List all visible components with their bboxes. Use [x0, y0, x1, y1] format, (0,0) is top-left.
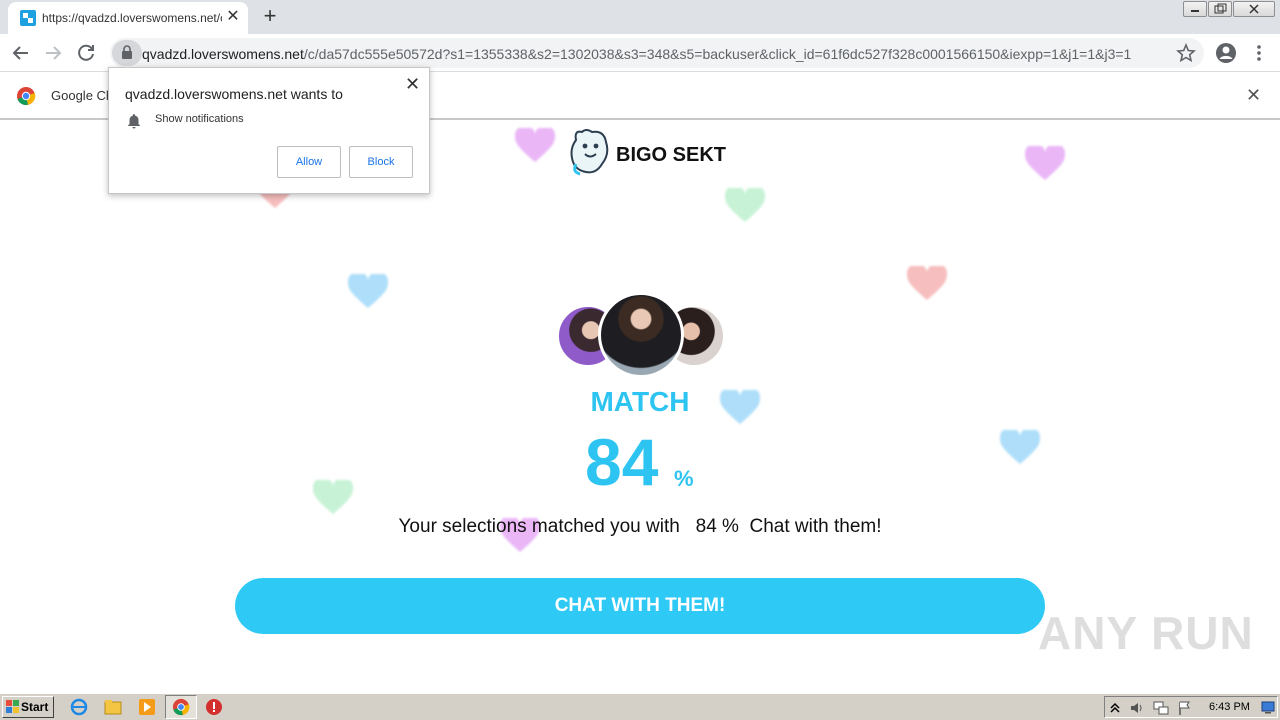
bookmark-star-icon[interactable] — [1173, 40, 1199, 66]
chrome-logo-icon — [17, 87, 36, 106]
site-favicon-icon — [20, 10, 36, 26]
volume-icon[interactable] — [1129, 700, 1145, 716]
file-explorer-icon[interactable] — [104, 698, 122, 716]
start-label: Start — [21, 700, 49, 714]
match-percent-sign: % — [674, 466, 694, 491]
close-window-button[interactable] — [1233, 1, 1275, 17]
lock-icon[interactable] — [112, 40, 142, 66]
page-content: BIGO SEKT MATCH 84 % Your selections mat… — [0, 122, 1280, 692]
network-icon[interactable] — [1153, 700, 1169, 716]
avatar — [598, 292, 684, 378]
block-button[interactable]: Block — [349, 146, 413, 178]
restore-button[interactable] — [1208, 1, 1232, 17]
chrome-icon — [172, 698, 190, 716]
minimize-icon — [1191, 10, 1199, 12]
show-desktop-icon[interactable] — [1261, 700, 1275, 714]
permission-item-label: Show notifications — [155, 113, 244, 125]
notification-permission-popup: qvadzd.loverswomens.net wants to ✕ Show … — [108, 67, 430, 194]
tab-close-icon[interactable]: ✕ — [224, 8, 242, 26]
mascot-logo-icon — [570, 129, 609, 176]
url-host: qvadzd.loverswomens.net — [142, 46, 304, 62]
tab-strip: https://qvadzd.loverswomens.net/c/ ✕ + — [0, 0, 1280, 34]
heart-icon — [725, 188, 765, 222]
show-hidden-icons-icon[interactable] — [1109, 700, 1121, 714]
action-center-flag-icon[interactable] — [1177, 700, 1193, 716]
minimize-button[interactable] — [1183, 1, 1207, 17]
tab-title: https://qvadzd.loverswomens.net/c/ — [42, 11, 222, 25]
chat-with-them-button[interactable]: CHAT WITH THEM! — [235, 578, 1045, 634]
heart-icon — [515, 128, 555, 162]
media-player-icon[interactable] — [138, 698, 156, 716]
match-description: Your selections matched you with 84 % Ch… — [398, 516, 882, 537]
forward-arrow-icon[interactable] — [40, 40, 66, 66]
new-tab-button[interactable]: + — [258, 4, 282, 28]
profile-avatar-icon[interactable] — [1213, 40, 1239, 66]
heart-icon — [348, 274, 388, 308]
stop-icon[interactable] — [205, 698, 223, 716]
heart-icon — [1025, 146, 1065, 180]
browser-tab[interactable]: https://qvadzd.loverswomens.net/c/ ✕ — [8, 2, 248, 34]
brand-name: BIGO SEKT — [616, 144, 727, 166]
url-text[interactable]: qvadzd.loverswomens.net/c/da57dc555e5057… — [142, 46, 1131, 62]
menu-kebab-icon[interactable] — [1246, 40, 1272, 66]
allow-button[interactable]: Allow — [277, 146, 341, 178]
bell-icon — [128, 114, 140, 129]
info-bar-close-icon[interactable]: ✕ — [1246, 85, 1261, 106]
heart-icon — [1000, 430, 1040, 464]
reload-icon[interactable] — [73, 40, 99, 66]
system-tray: 6:43 PM — [1104, 696, 1278, 718]
url-path: /c/da57dc555e50572d?s1=1355338&s2=130203… — [303, 46, 1132, 62]
heart-icon — [907, 266, 947, 300]
clock[interactable]: 6:43 PM — [1209, 701, 1250, 713]
permission-heading: qvadzd.loverswomens.net wants to — [125, 86, 343, 102]
restore-icon — [1214, 3, 1227, 14]
permission-close-icon[interactable]: ✕ — [405, 74, 420, 95]
info-bar-label: Google Ch — [51, 88, 114, 103]
start-button[interactable]: Start — [2, 696, 54, 718]
taskbar: Start 6:43 PM — [0, 693, 1280, 720]
windows-logo-icon — [6, 700, 19, 713]
internet-explorer-icon[interactable] — [70, 698, 88, 716]
close-window-icon — [1249, 4, 1259, 14]
heart-icon — [313, 480, 353, 514]
match-percentage: 84 — [585, 425, 659, 499]
watermark: ANY RUN — [1038, 607, 1254, 659]
back-arrow-icon[interactable] — [8, 40, 34, 66]
address-bar[interactable]: qvadzd.loverswomens.net/c/da57dc555e5057… — [110, 38, 1204, 68]
match-label: MATCH — [590, 386, 690, 417]
taskbar-chrome-button[interactable] — [165, 695, 197, 719]
